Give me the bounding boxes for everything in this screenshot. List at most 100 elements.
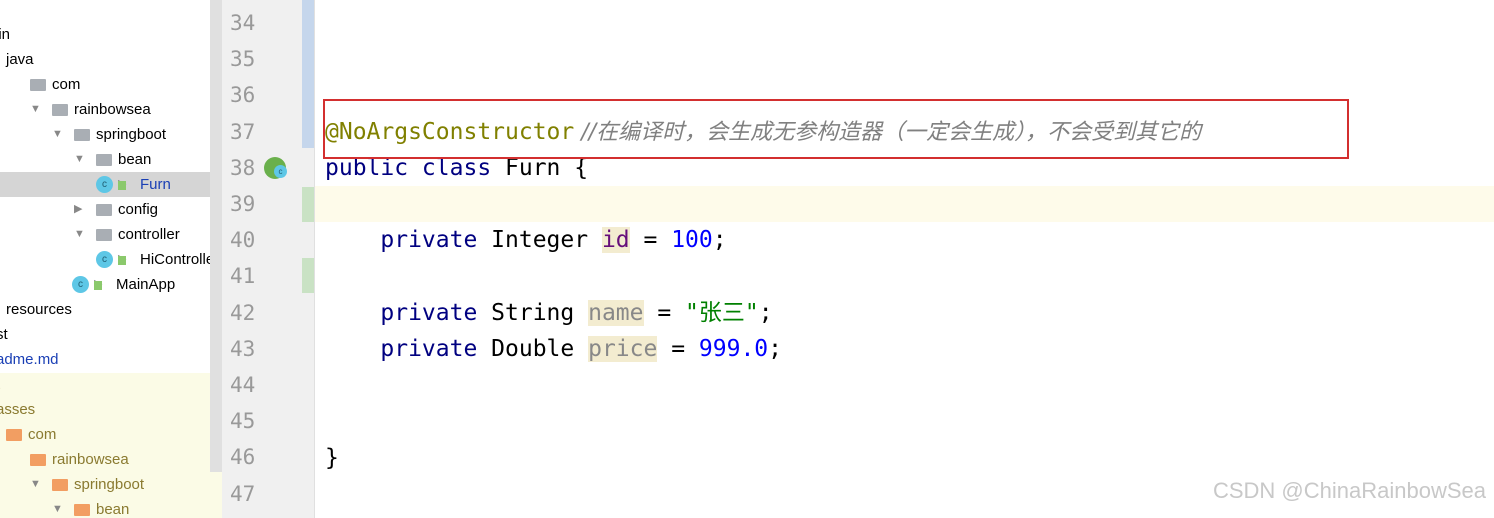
tree-item[interactable]: ▼ controller — [0, 222, 210, 247]
tree-item[interactable]: com — [0, 72, 210, 97]
tree-item[interactable]: adme.md — [0, 347, 210, 372]
highlight-box — [323, 99, 1349, 159]
folder-icon — [6, 429, 22, 441]
tree-item-label: com — [28, 426, 57, 443]
semicolon: ; — [768, 336, 783, 362]
field-name: price — [588, 336, 658, 362]
tree-item-label: springboot — [74, 476, 145, 493]
line-number: 41 — [230, 264, 256, 289]
tree-item[interactable]: ▶cHiControlle — [0, 247, 214, 272]
project-tree: ain java com ▼ rainbowsea ▼ springboot ▼ bean ▶ c F… — [0, 0, 222, 518]
chevron-down-icon[interactable]: ▼ — [74, 222, 85, 247]
line-number: 46 — [230, 445, 256, 470]
spring-bean-icon[interactable]: c — [264, 157, 287, 179]
tree-item[interactable]: ▶ config — [0, 197, 210, 222]
number-literal: 100 — [671, 227, 713, 253]
vcs-added-marker — [302, 258, 314, 293]
folder-icon — [96, 154, 112, 166]
chevron-down-icon[interactable]: ▼ — [74, 147, 85, 172]
chevron-down-icon[interactable]: ▼ — [30, 97, 41, 122]
line-number: 39 — [230, 192, 256, 216]
folder-icon — [30, 454, 46, 466]
type: String — [491, 300, 589, 326]
tree-item[interactable]: ▼ springboot — [0, 122, 210, 147]
current-line-highlight — [315, 186, 1494, 222]
folder-icon — [52, 479, 68, 491]
type: Integer — [491, 227, 602, 253]
line-number: 42 — [230, 300, 256, 325]
tree-item[interactable]: resources — [0, 297, 210, 322]
code-line-43: private Double price = 999.0; — [325, 331, 782, 367]
code-editor[interactable]: @NoArgsConstructor //在编译时，会生成无参构造器（一定会生成… — [315, 0, 1494, 518]
watermark: CSDN @ChinaRainbowSea — [1212, 478, 1486, 503]
line-number: 40 — [230, 228, 256, 253]
tree-item-label: HiControlle — [140, 251, 215, 268]
tree-item[interactable]: rainbowsea — [0, 447, 210, 472]
tree-item-label: config — [118, 201, 159, 218]
tree-item-label: st — [0, 326, 8, 343]
tree-item-label: rainbowsea — [52, 451, 129, 468]
editor-gutter: c 34 35 36 37 38 39 40 41 42 43 44 45 46 47 — [222, 0, 315, 518]
string-literal: "张三" — [685, 300, 759, 326]
operator: = — [629, 227, 672, 253]
tree-item-label: Furn — [140, 176, 171, 193]
chevron-down-icon[interactable]: ▼ — [30, 472, 41, 497]
folder-icon — [74, 129, 90, 141]
scrollbar[interactable] — [210, 0, 222, 472]
lock-icon — [118, 256, 126, 265]
lock-icon — [94, 281, 102, 290]
line-number: 43 — [230, 336, 256, 361]
line-number: 44 — [230, 373, 256, 397]
tree-item-label: MainApp — [116, 276, 176, 293]
tree-item[interactable]: t — [0, 372, 210, 397]
class-icon: c — [96, 176, 113, 193]
semicolon: ; — [712, 227, 727, 253]
line-number: 37 — [230, 119, 256, 144]
line-number: 34 — [230, 11, 256, 35]
tree-item[interactable]: ▼ bean — [0, 147, 210, 172]
field-name: name — [588, 300, 644, 326]
type: Double — [491, 336, 589, 362]
keyword: private — [325, 336, 492, 362]
tree-item[interactable]: ▼ rainbowsea — [0, 97, 210, 122]
tree-item-label: rainbowsea — [74, 101, 151, 118]
code-line-40: private Integer id = 100; — [325, 222, 727, 258]
line-number: 45 — [230, 409, 256, 434]
chevron-right-icon[interactable]: ▶ — [74, 197, 82, 222]
line-number: 38 — [230, 155, 256, 180]
semicolon: ; — [758, 300, 773, 326]
vcs-change-marker — [302, 0, 314, 148]
tree-item-label: bean — [118, 151, 152, 168]
tree-item[interactable]: com — [0, 422, 210, 447]
tree-item[interactable]: asses — [0, 397, 210, 422]
tree-item[interactable]: ▼ springboot — [0, 472, 210, 497]
chevron-down-icon[interactable]: ▼ — [52, 122, 63, 147]
line-number: 47 — [230, 481, 256, 506]
class-icon: c — [72, 276, 89, 293]
tree-item[interactable]: ▼ bean — [0, 497, 210, 518]
code-line-46: } — [325, 445, 339, 471]
line-number: 36 — [230, 83, 256, 108]
class-icon: c — [96, 251, 113, 268]
tree-item-label: com — [52, 76, 81, 93]
tree-item-label: resources — [6, 301, 72, 318]
folder-icon — [96, 229, 112, 241]
tree-item-label: springboot — [96, 126, 167, 143]
number-literal: 999.0 — [698, 336, 769, 362]
tree-item[interactable]: java — [0, 47, 210, 72]
line-number: 35 — [230, 47, 256, 72]
keyword: private — [325, 300, 492, 326]
folder-icon — [96, 204, 112, 216]
operator: = — [657, 336, 699, 362]
chevron-down-icon[interactable]: ▼ — [52, 497, 63, 518]
tree-item[interactable]: ▶cMainApp — [0, 272, 210, 297]
operator: = — [643, 300, 686, 326]
tree-item-label: bean — [96, 501, 130, 518]
tree-item[interactable]: ▶cFurn — [0, 172, 222, 197]
tree-item[interactable]: st — [0, 322, 210, 347]
lock-icon — [118, 181, 126, 190]
keyword: private — [325, 227, 492, 253]
tree-item[interactable]: ain — [0, 22, 210, 47]
folder-icon — [52, 104, 68, 116]
folder-icon — [74, 504, 90, 516]
